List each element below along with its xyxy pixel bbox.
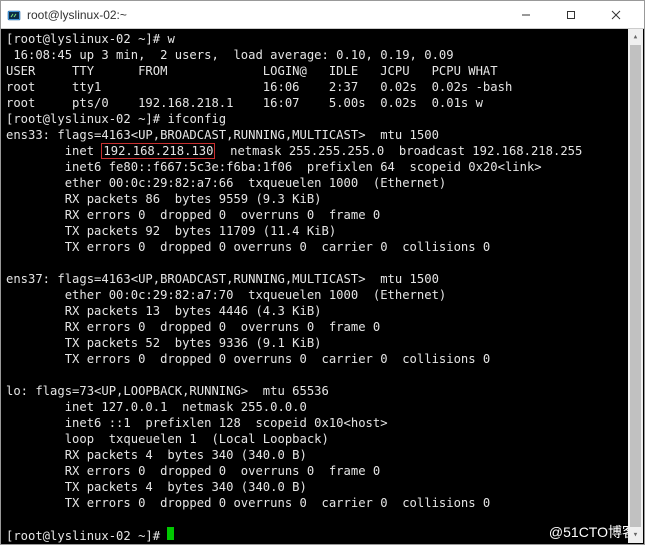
app-icon <box>7 8 21 22</box>
iface-ens37-line: RX packets 13 bytes 4446 (4.3 KiB) <box>6 304 322 318</box>
app-window: root@lyslinux-02:~ [root@lyslinux-02 ~]#… <box>0 0 645 545</box>
iface-lo-line: inet6 ::1 prefixlen 128 scopeid 0x10<hos… <box>6 416 388 430</box>
highlighted-ip: 192.168.218.130 <box>101 143 215 159</box>
w-row: root pts/0 192.168.218.1 16:07 5.00s 0.0… <box>6 96 483 110</box>
iface-ens33-line: RX packets 86 bytes 9559 (9.3 KiB) <box>6 192 322 206</box>
window-controls <box>503 1 638 28</box>
scroll-up-button[interactable]: ▴ <box>628 29 643 45</box>
iface-ens33-line: TX errors 0 dropped 0 overruns 0 carrier… <box>6 240 490 254</box>
uptime-line: 16:08:45 up 3 min, 2 users, load average… <box>6 48 454 62</box>
scroll-thumb[interactable] <box>630 45 641 527</box>
w-row: root tty1 16:06 2:37 0.02s 0.02s -bash <box>6 80 512 94</box>
command-w: w <box>167 32 174 46</box>
iface-ens37-line: TX packets 52 bytes 9336 (9.1 KiB) <box>6 336 322 350</box>
iface-ens37-line: ens37: flags=4163<UP,BROADCAST,RUNNING,M… <box>6 272 439 286</box>
iface-ens37-line: RX errors 0 dropped 0 overruns 0 frame 0 <box>6 320 380 334</box>
command-ifconfig: ifconfig <box>167 112 226 126</box>
iface-ens33-line: netmask 255.255.255.0 broadcast 192.168.… <box>215 144 582 158</box>
iface-ens33-line: inet <box>6 144 101 158</box>
titlebar[interactable]: root@lyslinux-02:~ <box>1 1 644 29</box>
window-title: root@lyslinux-02:~ <box>27 8 503 22</box>
terminal-output[interactable]: [root@lyslinux-02 ~]# w 16:08:45 up 3 mi… <box>1 29 644 544</box>
scroll-track[interactable] <box>628 45 643 527</box>
iface-lo-line: loop txqueuelen 1 (Local Loopback) <box>6 432 329 446</box>
prompt: [root@lyslinux-02 ~]# <box>6 112 167 126</box>
watermark: @51CTO博客 <box>549 524 636 540</box>
iface-ens33-line: RX errors 0 dropped 0 overruns 0 frame 0 <box>6 208 380 222</box>
iface-ens33-line: TX packets 92 bytes 11709 (11.4 KiB) <box>6 224 336 238</box>
iface-ens37-line: TX errors 0 dropped 0 overruns 0 carrier… <box>6 352 490 366</box>
maximize-button[interactable] <box>548 1 593 28</box>
minimize-button[interactable] <box>503 1 548 28</box>
iface-lo-line: lo: flags=73<UP,LOOPBACK,RUNNING> mtu 65… <box>6 384 329 398</box>
iface-lo-line: RX errors 0 dropped 0 overruns 0 frame 0 <box>6 464 380 478</box>
prompt: [root@lyslinux-02 ~]# <box>6 32 167 46</box>
close-button[interactable] <box>593 1 638 28</box>
iface-ens33-line: inet6 fe80::f667:5c3e:f6ba:1f06 prefixle… <box>6 160 542 174</box>
iface-lo-line: RX packets 4 bytes 340 (340.0 B) <box>6 448 307 462</box>
scrollbar-vertical[interactable]: ▴ ▾ <box>628 29 643 543</box>
iface-ens33-line: ens33: flags=4163<UP,BROADCAST,RUNNING,M… <box>6 128 439 142</box>
iface-ens37-line: ether 00:0c:29:82:a7:70 txqueuelen 1000 … <box>6 288 446 302</box>
iface-lo-line: TX errors 0 dropped 0 overruns 0 carrier… <box>6 496 490 510</box>
w-header: USER TTY FROM LOGIN@ IDLE JCPU PCPU WHAT <box>6 64 498 78</box>
cursor <box>167 527 174 540</box>
iface-lo-line: inet 127.0.0.1 netmask 255.0.0.0 <box>6 400 307 414</box>
prompt: [root@lyslinux-02 ~]# <box>6 529 167 543</box>
scroll-down-button[interactable]: ▾ <box>628 527 643 543</box>
iface-ens33-line: ether 00:0c:29:82:a7:66 txqueuelen 1000 … <box>6 176 446 190</box>
iface-lo-line: TX packets 4 bytes 340 (340.0 B) <box>6 480 307 494</box>
